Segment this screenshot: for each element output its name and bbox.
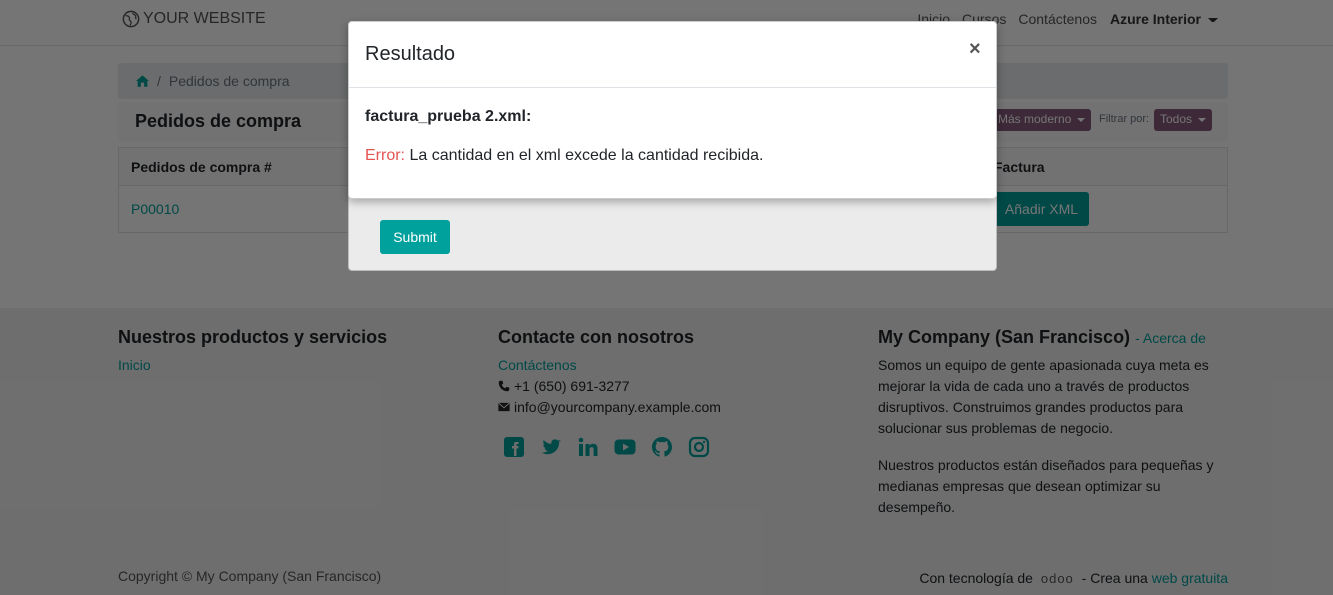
result-error-line: Error: La cantidad en el xml excede la c…	[365, 147, 980, 165]
submit-button[interactable]: Submit	[380, 220, 450, 254]
result-modal-body: factura_prueba 2.xml: Error: La cantidad…	[365, 108, 980, 165]
result-modal-title: Resultado	[365, 43, 456, 65]
result-modal-header: Resultado ×	[349, 22, 996, 88]
result-modal: Resultado × factura_prueba 2.xml: Error:…	[348, 21, 997, 199]
close-icon[interactable]: ×	[969, 39, 981, 59]
error-message: La cantidad en el xml excede la cantidad…	[409, 147, 764, 164]
result-filename: factura_prueba 2.xml:	[365, 108, 532, 125]
error-label: Error:	[365, 147, 405, 164]
